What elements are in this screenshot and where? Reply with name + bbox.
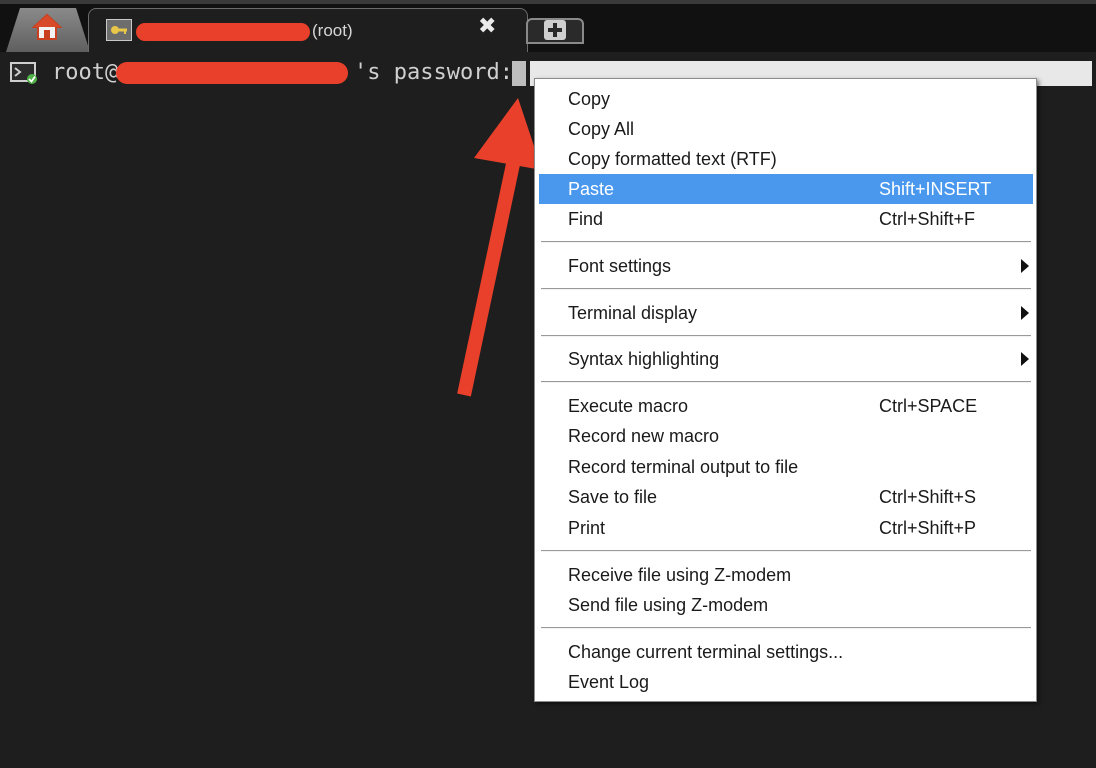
terminal-cursor [512, 61, 526, 86]
menu-item-label: Copy [568, 89, 611, 109]
submenu-arrow-icon [1021, 306, 1029, 320]
menu-item-execute-macro[interactable]: Execute macro Ctrl+SPACE [539, 391, 1033, 421]
key-icon [106, 19, 132, 41]
terminal-icon [10, 62, 37, 84]
menu-item-label: Change current terminal settings... [568, 642, 844, 662]
redaction-mark [116, 62, 348, 84]
menu-item-copy-rtf[interactable]: Copy formatted text (RTF) [539, 144, 1033, 174]
prompt-user: root@ [52, 60, 119, 85]
menu-item-send-zmodem[interactable]: Send file using Z-modem [539, 590, 1033, 620]
menu-item-label: Copy formatted text (RTF) [568, 149, 777, 169]
menu-item-receive-zmodem[interactable]: Receive file using Z-modem [539, 560, 1033, 590]
menu-item-save-to-file[interactable]: Save to file Ctrl+Shift+S [539, 482, 1033, 512]
menu-item-shortcut: Ctrl+Shift+S [879, 487, 977, 507]
menu-item-print[interactable]: Print Ctrl+Shift+P [539, 513, 1033, 543]
menu-separator [541, 550, 1031, 552]
menu-item-event-log[interactable]: Event Log [539, 667, 1033, 697]
close-icon[interactable]: ✖ [478, 16, 496, 38]
menu-item-shortcut: Shift+INSERT [879, 179, 992, 199]
menu-separator [541, 335, 1031, 337]
submenu-arrow-icon [1021, 259, 1029, 273]
menu-separator [541, 627, 1031, 629]
menu-item-record-new-macro[interactable]: Record new macro [539, 421, 1033, 451]
menu-item-find[interactable]: Find Ctrl+Shift+F [539, 204, 1033, 234]
tab-title-suffix: (root) [312, 21, 353, 40]
menu-item-copy[interactable]: Copy [539, 84, 1033, 114]
menu-item-label: Terminal display [568, 303, 698, 323]
menu-item-label: Execute macro [568, 396, 689, 416]
menu-item-label: Receive file using Z-modem [568, 565, 792, 585]
menu-item-label: Copy All [568, 119, 635, 139]
menu-item-shortcut: Ctrl+Shift+P [879, 518, 977, 538]
menu-item-label: Record new macro [568, 426, 720, 446]
menu-separator [541, 381, 1031, 383]
menu-item-font-settings[interactable]: Font settings [539, 251, 1033, 281]
menu-item-label: Paste [568, 179, 615, 199]
prompt-password-label: 's password: [354, 60, 513, 85]
menu-item-label: Event Log [568, 672, 650, 692]
menu-item-change-terminal-settings[interactable]: Change current terminal settings... [539, 637, 1033, 667]
context-menu: Copy Copy All Copy formatted text (RTF) … [534, 78, 1037, 702]
menu-item-label: Print [568, 518, 606, 538]
tab-title: (root) [136, 21, 353, 41]
menu-item-shortcut: Ctrl+SPACE [879, 396, 978, 416]
menu-item-record-output[interactable]: Record terminal output to file [539, 452, 1033, 482]
menu-item-label: Record terminal output to file [568, 457, 799, 477]
menu-item-label: Send file using Z-modem [568, 595, 769, 615]
submenu-arrow-icon [1021, 352, 1029, 366]
menu-item-label: Find [568, 209, 604, 229]
terminal-window: (root) ✖ root@ 's password: Copy Copy Al… [0, 0, 1096, 768]
menu-item-terminal-display[interactable]: Terminal display [539, 298, 1033, 328]
plus-icon[interactable] [544, 20, 566, 40]
menu-item-paste[interactable]: Paste Shift+INSERT [539, 174, 1033, 204]
menu-item-copy-all[interactable]: Copy All [539, 114, 1033, 144]
menu-separator [541, 241, 1031, 243]
menu-item-shortcut: Ctrl+Shift+F [879, 209, 976, 229]
menu-item-syntax-highlighting[interactable]: Syntax highlighting [539, 344, 1033, 374]
home-icon[interactable] [32, 12, 62, 42]
redaction-mark [136, 22, 310, 41]
menu-item-label: Syntax highlighting [568, 349, 720, 369]
menu-item-label: Font settings [568, 256, 672, 276]
menu-item-label: Save to file [568, 487, 658, 507]
menu-separator [541, 288, 1031, 290]
